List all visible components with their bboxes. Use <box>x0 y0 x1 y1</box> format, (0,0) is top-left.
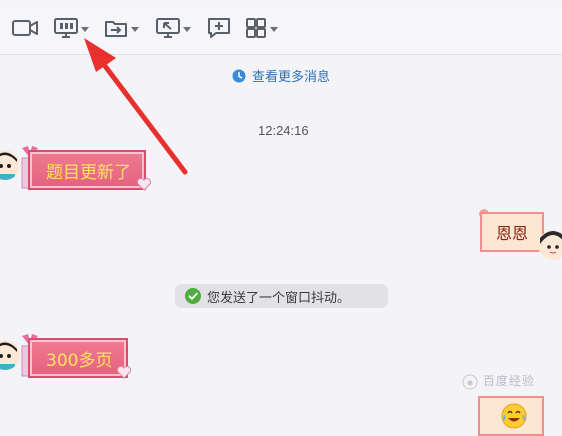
video-call-button[interactable] <box>12 14 38 42</box>
apps-grid-button[interactable] <box>245 14 278 42</box>
message-text: 300多页 <box>46 350 113 371</box>
system-notice-text: 您发送了一个窗口抖动。 <box>207 290 351 306</box>
message-text: 题目更新了 <box>46 162 131 183</box>
screen-share-icon <box>54 18 78 38</box>
chevron-down-icon[interactable] <box>183 26 191 32</box>
message-timestamp: 12:24:16 <box>258 123 309 138</box>
cartoon-avatar-icon <box>538 230 562 260</box>
avatar[interactable] <box>0 150 20 180</box>
screen-share-button[interactable] <box>54 14 89 42</box>
system-notice: 您发送了一个窗口抖动。 <box>175 284 388 308</box>
cartoon-avatar-icon <box>0 150 20 180</box>
apps-grid-icon <box>246 18 266 38</box>
chat-toolbar <box>0 0 562 55</box>
message-bubble[interactable]: 题目更新了 <box>28 150 146 190</box>
watermark: 百度经验 <box>462 372 535 390</box>
chevron-down-icon[interactable] <box>270 26 278 32</box>
clock-icon <box>232 69 246 82</box>
view-more-label[interactable]: 查看更多消息 <box>252 66 330 85</box>
check-circle-icon <box>185 288 201 304</box>
add-chat-icon <box>208 18 230 38</box>
baidu-paw-icon <box>462 374 478 389</box>
heart-decoration <box>116 364 132 383</box>
cartoon-avatar-icon <box>0 340 20 370</box>
video-camera-icon <box>12 20 38 36</box>
crying-laughing-emoji-icon <box>501 403 527 429</box>
add-chat-button[interactable] <box>207 14 231 42</box>
message-bubble[interactable] <box>478 396 544 436</box>
message-bubble[interactable]: 300多页 <box>28 338 128 378</box>
send-file-button[interactable] <box>104 14 139 42</box>
message-text: 恩恩 <box>495 224 528 243</box>
avatar[interactable] <box>0 340 20 370</box>
avatar[interactable] <box>538 230 562 260</box>
message-bubble[interactable]: 恩恩 <box>480 212 544 252</box>
send-file-icon <box>105 21 127 37</box>
chevron-down-icon[interactable] <box>81 26 89 32</box>
chevron-down-icon[interactable] <box>131 26 139 32</box>
watermark-text: 百度经验 <box>482 374 535 388</box>
remote-desktop-icon <box>156 18 180 38</box>
heart-decoration <box>136 176 152 195</box>
remote-desktop-button[interactable] <box>156 14 191 42</box>
view-more-messages-link[interactable]: 查看更多消息 <box>232 66 330 85</box>
